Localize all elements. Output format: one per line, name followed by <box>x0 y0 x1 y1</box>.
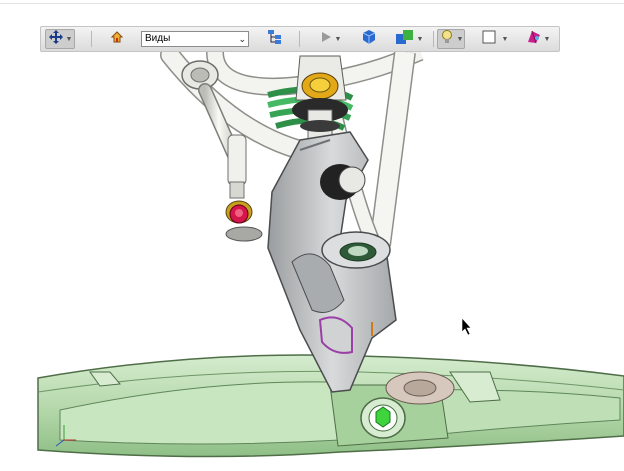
appearance-button[interactable]: ▼ <box>523 29 553 49</box>
chevron-down-icon: ▼ <box>456 35 464 43</box>
play-button[interactable]: ▼ <box>317 29 343 49</box>
light-bulb-icon <box>439 29 455 50</box>
toolbar-separator <box>433 31 434 47</box>
lighting-button[interactable]: ▼ <box>437 29 465 49</box>
square-outline-icon <box>482 30 496 49</box>
chevron-down-icon: ▼ <box>543 35 551 43</box>
play-icon <box>319 30 333 49</box>
chevron-down-icon: ▼ <box>501 35 509 43</box>
brake-disc <box>385 371 455 405</box>
pan-icon <box>48 29 64 50</box>
pan-tool-button[interactable]: ▼ <box>45 29 75 49</box>
cube-view-icon <box>361 29 377 50</box>
chevron-down-icon: ▼ <box>416 35 424 43</box>
mouse-cursor-icon <box>461 317 472 336</box>
background-button[interactable]: ▼ <box>479 29 511 49</box>
chevron-down-icon: ⌄ <box>238 34 246 44</box>
steering-knuckle <box>267 131 397 393</box>
views-dropdown[interactable]: Виды ⌄ <box>141 31 249 47</box>
view-toolbar: ▼ Виды ⌄ ▼ ▼ ▼ ▼ ▼ <box>40 26 560 52</box>
model-tree-button[interactable] <box>265 29 285 49</box>
chevron-down-icon: ▼ <box>65 35 73 43</box>
home-view-button[interactable] <box>107 29 127 49</box>
shaded-cubes-icon <box>395 29 415 50</box>
3d-viewport[interactable] <box>0 0 624 471</box>
cube-view-button[interactable] <box>359 29 379 49</box>
color-palette-icon <box>526 29 542 50</box>
shaded-display-button[interactable]: ▼ <box>393 29 425 49</box>
model-tree-icon <box>267 29 283 50</box>
home-icon <box>110 30 124 49</box>
views-dropdown-value: Виды <box>145 33 171 44</box>
toolbar-separator <box>91 31 92 47</box>
chevron-down-icon: ▼ <box>334 35 342 43</box>
toolbar-separator <box>299 31 300 47</box>
